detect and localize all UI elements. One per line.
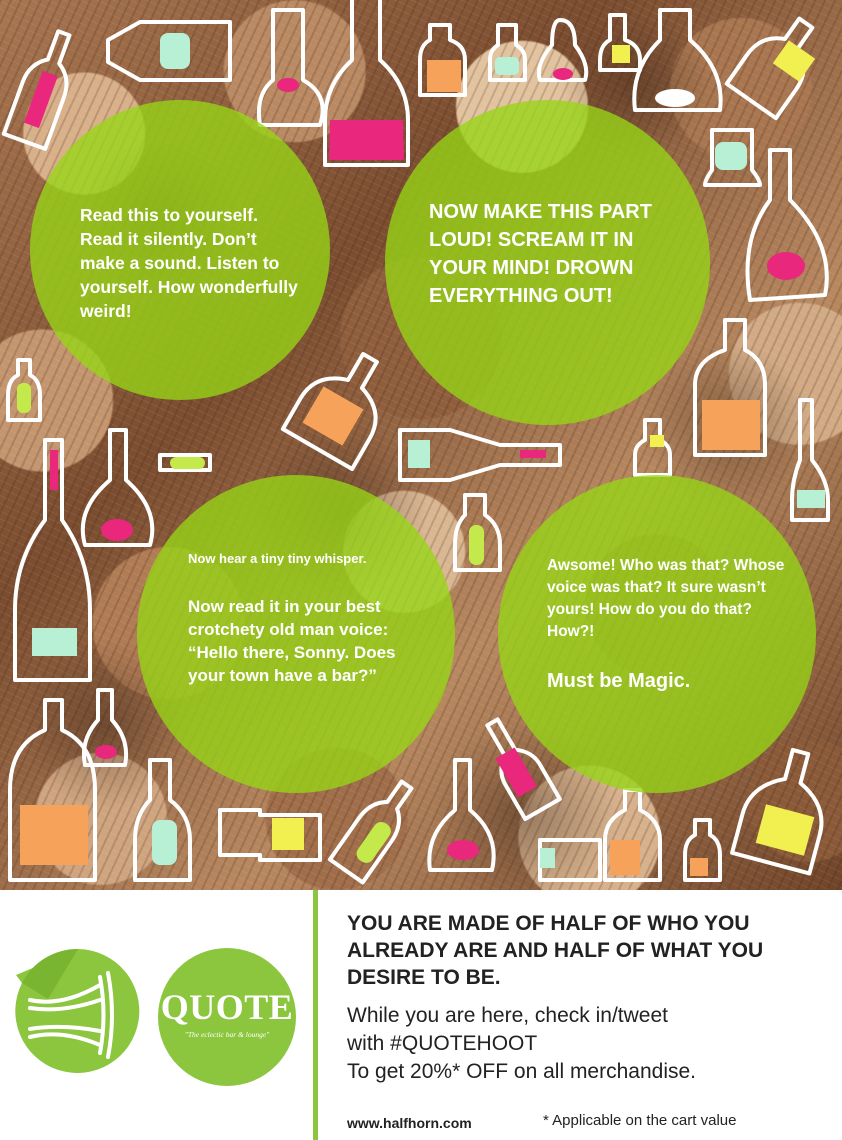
quote-logo-word: QUOTE xyxy=(160,987,294,1027)
bubble-three-whisper: Now hear a tiny tiny whisper. xyxy=(188,551,367,566)
footer: QUOTE "The eclectic bar & lounge" YOU AR… xyxy=(0,890,842,1140)
footer-divider xyxy=(313,890,318,1140)
bubble-magic: Awsome! Who was that? Whose voice was th… xyxy=(498,475,816,793)
bubble-three-text: Now read it in your best crotchety old m… xyxy=(188,597,396,685)
bubble-one-text: Read this to yourself. Read it silently.… xyxy=(80,205,298,321)
bubble-four-text: Awsome! Who was that? Whose voice was th… xyxy=(547,557,785,640)
bubble-two-text: NOW MAKE THIS PART LOUD! SCREAM IT IN YO… xyxy=(429,201,652,307)
promo-line-2: with #QUOTEHOOT xyxy=(347,1032,538,1055)
cork-background: Read this to yourself. Read it silently.… xyxy=(0,0,842,890)
quote-headline: YOU ARE MADE OF HALF OF WHO YOU ALREADY … xyxy=(347,912,764,989)
bubble-old-man-voice: Now hear a tiny tiny whisper. Now read i… xyxy=(137,475,455,793)
bubble-loud: NOW MAKE THIS PART LOUD! SCREAM IT IN YO… xyxy=(385,100,710,425)
disclaimer-text: * Applicable on the cart value xyxy=(543,1112,737,1129)
quote-logo-tagline: "The eclectic bar & lounge" xyxy=(184,1030,270,1039)
horn-icon xyxy=(15,948,140,1073)
promo-line-1: While you are here, check in/tweet xyxy=(347,1004,668,1027)
quote-logo: QUOTE "The eclectic bar & lounge" xyxy=(158,948,296,1086)
promo-text: While you are here, check in/tweet with … xyxy=(347,1002,827,1086)
promo-line-3: To get 20%* OFF on all merchandise. xyxy=(347,1060,697,1083)
website-link[interactable]: www.halfhorn.com xyxy=(347,1115,472,1131)
bubble-four-emphasis: Must be Magic. xyxy=(547,670,691,692)
bubble-read-silently: Read this to yourself. Read it silently.… xyxy=(30,100,330,400)
